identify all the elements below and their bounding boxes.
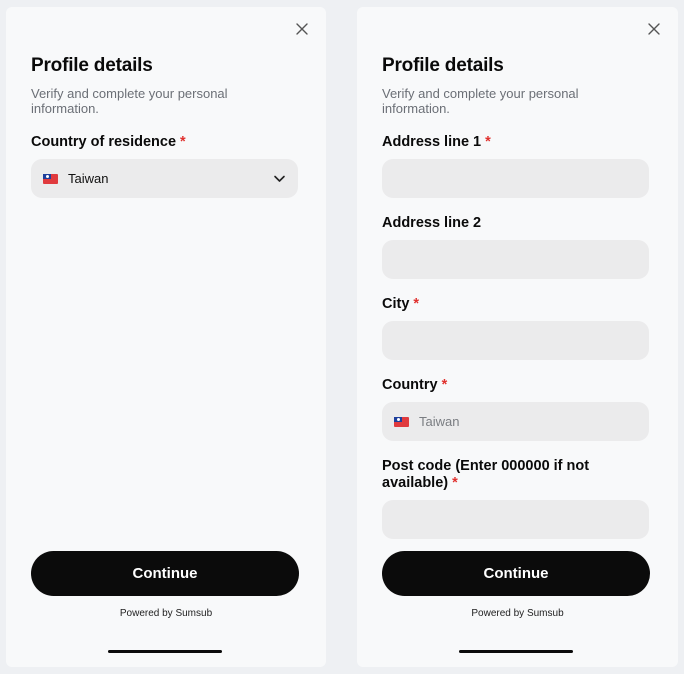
field-label-text: Country of residence xyxy=(31,134,177,150)
required-asterisk: * xyxy=(452,475,458,491)
address-line-1-label: Address line 1 * xyxy=(382,134,491,151)
country-select-value: Taiwan xyxy=(68,171,109,186)
address-line-2-label: Address line 2 xyxy=(382,215,481,232)
taiwan-flag-icon xyxy=(43,173,58,184)
post-code-label: Post code (Enter 000000 if not available… xyxy=(382,458,622,492)
field-label-text: Country xyxy=(382,377,438,393)
post-code-input[interactable] xyxy=(382,500,649,539)
continue-button[interactable]: Continue xyxy=(382,551,650,596)
home-indicator xyxy=(459,650,573,653)
powered-by-text: Powered by Sumsub xyxy=(119,608,213,619)
required-asterisk: * xyxy=(413,296,420,312)
required-asterisk: * xyxy=(180,134,186,150)
country-field-value: Taiwan xyxy=(419,414,460,429)
continue-button[interactable]: Continue xyxy=(31,551,299,596)
country-select[interactable]: Taiwan xyxy=(31,159,298,198)
required-asterisk: * xyxy=(441,377,448,393)
field-label-text: Address line 1 xyxy=(382,134,482,150)
page-subtitle: Verify and complete your personal inform… xyxy=(382,86,579,116)
city-input[interactable] xyxy=(382,321,649,360)
chevron-down-icon xyxy=(274,175,285,182)
country-label: Country * xyxy=(382,377,447,394)
close-icon[interactable] xyxy=(646,21,662,37)
powered-by-text: Powered by Sumsub xyxy=(471,608,564,619)
country-of-residence-label: Country of residence * xyxy=(31,134,186,151)
profile-screen-address: Profile details Verify and complete your… xyxy=(357,7,678,667)
home-indicator xyxy=(108,650,222,653)
page-title: Profile details xyxy=(31,55,153,76)
taiwan-flag-icon xyxy=(394,416,409,427)
country-field-readonly: Taiwan xyxy=(382,402,649,441)
profile-screen-country: Profile details Verify and complete your… xyxy=(6,7,326,667)
city-label: City * xyxy=(382,296,419,313)
field-label-text: Post code (Enter 000000 if not available… xyxy=(382,458,590,491)
field-label-text: City xyxy=(382,296,410,312)
required-asterisk: * xyxy=(485,134,491,150)
field-label-text: Address line 2 xyxy=(382,215,482,231)
address-line-2-input[interactable] xyxy=(382,240,649,279)
page-subtitle: Verify and complete your personal inform… xyxy=(31,86,228,116)
page-title: Profile details xyxy=(382,55,504,76)
close-icon[interactable] xyxy=(294,21,310,37)
address-line-1-input[interactable] xyxy=(382,159,649,198)
